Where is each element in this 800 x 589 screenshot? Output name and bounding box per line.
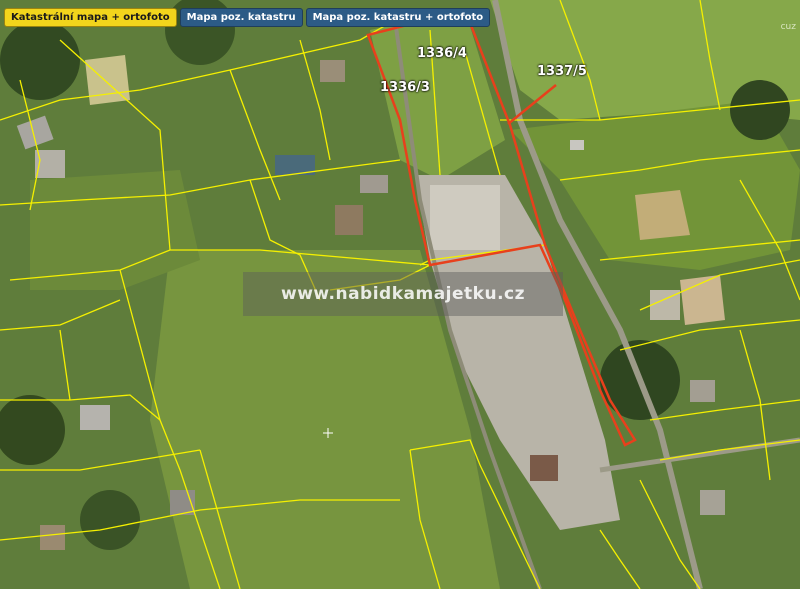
building bbox=[700, 490, 725, 515]
building bbox=[530, 455, 558, 481]
building bbox=[570, 140, 584, 150]
cemetery-section bbox=[430, 185, 500, 250]
building bbox=[80, 405, 110, 430]
building bbox=[690, 380, 715, 402]
building bbox=[335, 205, 363, 235]
watermark-banner: www.nabidkamajetku.cz bbox=[243, 272, 563, 316]
tree-cluster bbox=[0, 20, 80, 100]
tab-cadastral-orthophoto-alt[interactable]: Mapa poz. katastru + ortofoto bbox=[305, 8, 491, 27]
building bbox=[360, 175, 388, 193]
parcel-label-1337-5: 1337/5 bbox=[537, 64, 587, 79]
corner-label: cuz bbox=[780, 22, 796, 32]
tab-cadastral-orthophoto[interactable]: Katastrální mapa + ortofoto bbox=[4, 8, 177, 27]
tree-cluster bbox=[730, 80, 790, 140]
tree-cluster bbox=[80, 490, 140, 550]
building bbox=[40, 525, 65, 550]
building bbox=[320, 60, 345, 82]
parcel-label-1336-4: 1336/4 bbox=[417, 46, 467, 61]
map-layer-tabs: Katastrální mapa + ortofoto Mapa poz. ka… bbox=[4, 8, 491, 27]
watermark-text: www.nabidkamajetku.cz bbox=[280, 284, 525, 304]
tab-cadastral-map[interactable]: Mapa poz. katastru bbox=[179, 8, 303, 27]
parcel-label-1336-3: 1336/3 bbox=[380, 80, 430, 95]
